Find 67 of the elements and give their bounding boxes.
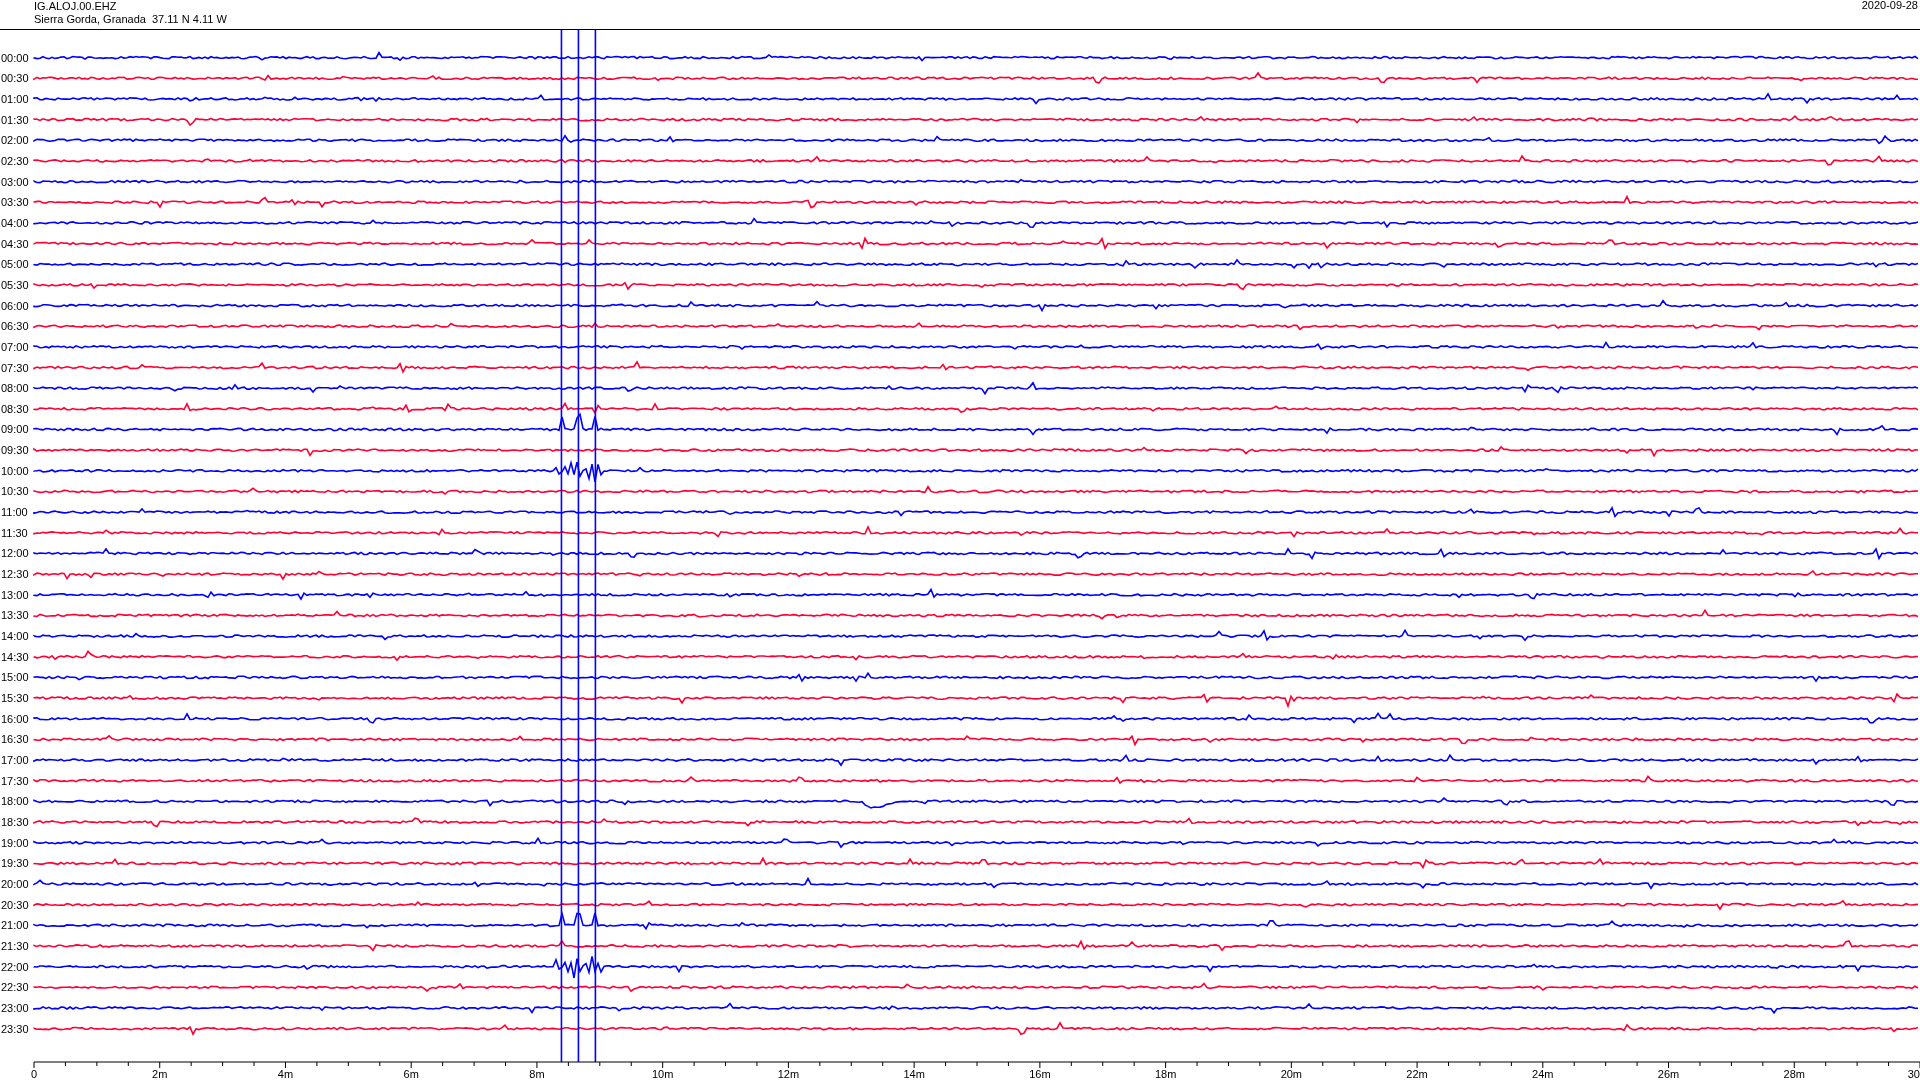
hour-label: 07:30	[1, 361, 29, 374]
hour-label: 00:30	[1, 72, 29, 85]
hour-label: 02:00	[1, 134, 29, 147]
hour-label: 14:00	[1, 630, 29, 643]
hour-label: 11:30	[1, 526, 28, 539]
hour-label: 00:00	[1, 51, 29, 64]
hour-label: 13:30	[1, 609, 29, 622]
hour-label: 17:30	[1, 774, 29, 787]
hour-label: 21:30	[1, 940, 29, 952]
hour-label: 19:30	[1, 857, 29, 870]
hour-label: 07:00	[1, 340, 29, 353]
axis-tick-label: 26m	[1657, 1068, 1680, 1078]
hour-label: 10:00	[1, 464, 29, 477]
axis-tick-label: 8m	[529, 1068, 545, 1078]
hour-label: 06:30	[1, 320, 29, 333]
hour-label: 18:30	[1, 816, 29, 828]
hour-label: 21:00	[1, 919, 29, 932]
axis-tick-label: 10m	[651, 1068, 674, 1078]
hour-label: 20:00	[1, 878, 29, 890]
hour-label: 12:00	[1, 547, 29, 560]
hour-label: 17:00	[1, 754, 29, 767]
hour-label: 05:30	[1, 278, 29, 291]
axis-tick-label: 12m	[777, 1068, 800, 1078]
hour-label: 01:30	[1, 113, 29, 126]
hour-label: 13:00	[1, 588, 29, 601]
axis-tick-label: 0	[30, 1068, 38, 1078]
hour-label: 15:30	[1, 692, 29, 705]
station-location: Sierra Gorda, Granada 37.11 N 4.11 W	[34, 13, 227, 26]
hour-label: 23:00	[1, 1001, 29, 1014]
hour-label: 03:30	[1, 196, 29, 209]
axis-tick-label: 22m	[1406, 1068, 1428, 1078]
axis-tick-label: 6m	[403, 1068, 419, 1078]
axis-tick-label: 28m	[1783, 1068, 1805, 1078]
hour-label: 04:30	[1, 237, 29, 250]
hour-label: 16:00	[1, 712, 29, 725]
axis-tick-label: 2m	[152, 1068, 168, 1078]
hour-label: 20:30	[1, 898, 29, 911]
hour-label: 12:30	[1, 568, 29, 581]
axis-tick-label: 16m	[1029, 1068, 1051, 1078]
hour-label: 02:30	[1, 154, 29, 167]
axis-tick-label: 4m	[277, 1068, 294, 1078]
hour-label: 22:30	[1, 981, 29, 994]
hour-label: 19:00	[1, 836, 29, 849]
hour-label: 05:00	[1, 258, 29, 271]
hour-label: 01:00	[1, 92, 29, 105]
axis-tick-label: 30	[1907, 1068, 1920, 1078]
hour-label: 16:30	[1, 733, 29, 746]
axis-tick-label: 14m	[903, 1068, 925, 1078]
hour-label: 06:00	[1, 299, 29, 312]
station-code: IG.ALOJ.00.EHZ	[34, 0, 118, 13]
hour-label: 15:00	[1, 671, 29, 684]
hour-label: 18:00	[1, 795, 29, 808]
hour-label: 03:00	[1, 175, 29, 188]
hour-label: 11:00	[1, 506, 28, 519]
hour-label: 14:30	[1, 650, 29, 663]
hour-label: 09:30	[1, 444, 29, 457]
hour-label: 22:00	[1, 960, 29, 973]
hour-label: 04:00	[1, 216, 29, 229]
hour-label: 10:30	[1, 485, 29, 498]
hour-label: 08:00	[1, 382, 29, 395]
hour-label: 09:00	[1, 423, 29, 436]
axis-tick-label: 24m	[1532, 1068, 1554, 1078]
hour-label: 08:30	[1, 402, 29, 415]
axis-tick-label: 18m	[1154, 1068, 1177, 1078]
record-date: 2020-09-28	[1861, 0, 1918, 13]
hour-label: 23:30	[1, 1022, 29, 1035]
axis-tick-label: 20m	[1280, 1068, 1303, 1078]
